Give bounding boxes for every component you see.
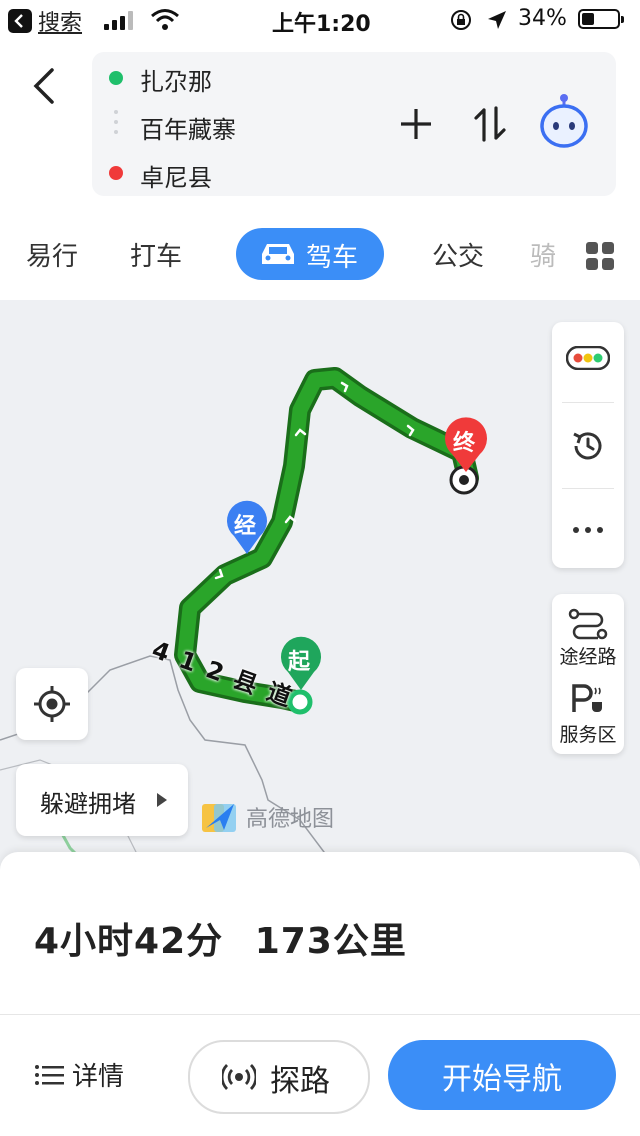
waypoint-route-button[interactable]: 途经路 xyxy=(552,594,624,674)
more-options-button[interactable] xyxy=(552,490,624,568)
map-view[interactable]: 412县道 起 经 终 途经路 服务区 躲避拥堵 高德地图 xyxy=(0,300,640,860)
locate-me-button[interactable] xyxy=(16,668,88,740)
back-app-label: 搜索 xyxy=(38,11,83,36)
car-icon xyxy=(262,244,294,264)
route-distance: 173公里 xyxy=(254,921,407,962)
tab-drive[interactable]: 驾车 xyxy=(236,228,384,280)
amap-logo-icon xyxy=(202,804,236,832)
start-navigation-label: 开始导航 xyxy=(442,1062,562,1097)
crosshair-icon xyxy=(34,686,70,722)
origin-dot xyxy=(109,71,123,85)
waypoint-dots-icon xyxy=(114,110,118,140)
service-area-label: 服务区 xyxy=(559,724,617,746)
battery-fill xyxy=(582,13,594,25)
explore-route-button[interactable]: 探路 xyxy=(188,1040,370,1114)
service-area-button[interactable]: 服务区 xyxy=(552,678,624,754)
back-arrow-icon xyxy=(8,9,32,33)
start-marker[interactable]: 起 xyxy=(278,636,324,696)
avoid-congestion-label: 躲避拥堵 xyxy=(40,790,136,818)
list-icon xyxy=(35,1064,64,1085)
history-button[interactable] xyxy=(552,404,624,488)
clock-refresh-icon xyxy=(573,432,602,460)
location-arrow-icon xyxy=(488,11,506,29)
waypoint-field[interactable]: 百年藏寨 xyxy=(140,110,236,145)
route-path-icon xyxy=(568,608,608,640)
more-modes-grid-icon[interactable] xyxy=(586,242,614,270)
tab-transit[interactable]: 公交 xyxy=(432,236,484,273)
destination-dot xyxy=(109,166,123,180)
origin-field[interactable]: 扎尕那 xyxy=(140,62,212,97)
avoid-congestion-button[interactable]: 躲避拥堵 xyxy=(16,764,188,836)
status-bar: 搜索 上午1:20 34% xyxy=(0,0,640,40)
route-summary: 4小时42分 173公里 xyxy=(34,912,407,964)
back-button[interactable] xyxy=(28,66,60,106)
swap-route-icon[interactable] xyxy=(472,104,508,144)
transport-tabs: 易行 打车 驾车 公交 骑 xyxy=(0,228,640,284)
sheet-divider xyxy=(0,1014,640,1015)
clock: 上午1:20 xyxy=(272,12,371,37)
start-marker-label: 起 xyxy=(288,650,311,675)
explore-route-label: 探路 xyxy=(270,1064,330,1099)
map-watermark: 高德地图 xyxy=(200,798,334,836)
waypoint-route-label: 途经路 xyxy=(559,646,617,668)
broadcast-icon xyxy=(222,1064,256,1090)
battery-percent: 34% xyxy=(518,6,567,31)
end-marker-label: 终 xyxy=(453,431,476,456)
route-header: 扎尕那 百年藏寨 卓尼县 易行 打车 驾车 公交 骑 xyxy=(0,40,640,300)
signal-icon xyxy=(104,10,138,30)
back-to-app-button[interactable]: 搜索 xyxy=(8,8,83,36)
details-button[interactable]: 详情 xyxy=(34,1056,124,1093)
start-navigation-button[interactable]: 开始导航 xyxy=(388,1040,616,1110)
route-duration: 4小时42分 xyxy=(34,921,224,962)
tab-drive-label: 驾车 xyxy=(306,243,359,273)
route-tools-card: 途经路 服务区 xyxy=(552,594,624,754)
add-waypoint-icon[interactable] xyxy=(398,106,434,142)
traffic-light-icon xyxy=(566,346,610,370)
play-triangle-icon xyxy=(157,793,167,807)
tab-ride[interactable]: 骑 xyxy=(530,236,556,273)
route-input-box: 扎尕那 百年藏寨 卓尼县 xyxy=(92,52,616,196)
battery-icon xyxy=(578,9,624,29)
parking-coffee-icon xyxy=(572,684,602,712)
watermark-text: 高德地图 xyxy=(246,807,335,832)
wifi-icon xyxy=(151,9,179,30)
route-summary-sheet: 4小时42分 173公里 详情 探路 开始导航 xyxy=(0,852,640,1136)
details-label: 详情 xyxy=(72,1062,125,1092)
orientation-lock-icon xyxy=(451,10,471,30)
more-dots-icon xyxy=(573,527,603,533)
destination-field[interactable]: 卓尼县 xyxy=(140,158,212,193)
assistant-avatar-icon[interactable] xyxy=(538,92,590,148)
tab-overflow-fade: 骑 xyxy=(520,228,560,284)
waypoint-marker-label: 经 xyxy=(234,514,257,539)
tab-easy[interactable]: 易行 xyxy=(26,236,78,273)
end-marker[interactable]: 终 xyxy=(442,416,490,478)
waypoint-marker[interactable]: 经 xyxy=(224,500,270,560)
map-controls-card xyxy=(552,322,624,568)
traffic-toggle-button[interactable] xyxy=(552,322,624,402)
tab-taxi[interactable]: 打车 xyxy=(130,236,182,273)
